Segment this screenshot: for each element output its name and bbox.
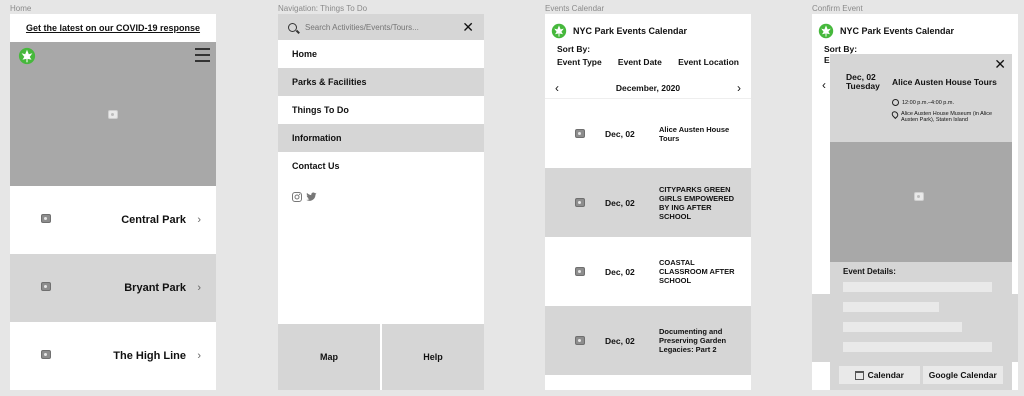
event-image bbox=[830, 142, 1012, 262]
tab-help[interactable]: Help bbox=[382, 324, 484, 390]
park-image-icon bbox=[41, 214, 51, 223]
event-row[interactable]: Dec, 02 Alice Austen House Tours bbox=[545, 99, 751, 168]
nav-item-information[interactable]: Information bbox=[278, 124, 484, 152]
event-time-text: 12:00 p.m.–4:00 p.m. bbox=[902, 99, 954, 106]
app-header: NYC Park Events Calendar bbox=[812, 14, 1018, 40]
event-image-icon bbox=[575, 336, 585, 345]
sort-event-type[interactable]: Event Type bbox=[557, 57, 602, 67]
park-name: Bryant Park bbox=[124, 282, 186, 294]
confirm-event-frame: NYC Park Events Calendar Sort By: E ‹ › … bbox=[812, 14, 1018, 390]
tab-map[interactable]: Map bbox=[278, 324, 380, 390]
nav-item-parks-facilities[interactable]: Parks & Facilities bbox=[278, 68, 484, 96]
add-calendar-button[interactable]: Calendar bbox=[839, 366, 920, 384]
covid-banner-link[interactable]: Get the latest on our COVID-19 response bbox=[10, 14, 216, 42]
chevron-left-icon[interactable]: ‹ bbox=[555, 81, 559, 95]
event-date: Dec, 02 bbox=[605, 266, 635, 277]
navigation-frame: ✕ Home Parks & Facilities Things To Do I… bbox=[278, 14, 484, 390]
event-row[interactable]: Dec, 02 Documenting and Preserving Garde… bbox=[545, 306, 751, 375]
sort-by-label: Sort By: bbox=[824, 44, 858, 54]
chevron-right-icon[interactable]: › bbox=[737, 81, 741, 95]
menu-icon[interactable] bbox=[195, 48, 210, 62]
chevron-right-icon: › bbox=[197, 350, 201, 362]
event-location: Alice Austen House Museum (in Alice Aust… bbox=[890, 109, 1004, 124]
event-date: Dec, 02 bbox=[605, 335, 635, 346]
nav-item-home[interactable]: Home bbox=[278, 40, 484, 68]
twitter-icon[interactable] bbox=[306, 192, 317, 202]
event-row[interactable]: Dec, 02 CITYPARKS GREEN GIRLS EMPOWERED … bbox=[545, 168, 751, 237]
instagram-icon[interactable] bbox=[292, 192, 302, 202]
park-image-icon bbox=[41, 350, 51, 359]
frame-label-confirm: Confirm Event bbox=[812, 4, 863, 13]
event-details-label: Event Details: bbox=[843, 267, 896, 276]
detail-text-placeholder bbox=[843, 342, 992, 352]
event-title: Documenting and Preserving Garden Legaci… bbox=[659, 327, 727, 354]
detail-text-placeholder bbox=[843, 282, 992, 292]
sort-options: Event Type Event Date Event Location bbox=[545, 54, 751, 67]
google-calendar-button[interactable]: Google Calendar bbox=[922, 366, 1003, 384]
canvas: Home Get the latest on our COVID-19 resp… bbox=[0, 0, 1024, 396]
hero-image bbox=[10, 42, 216, 186]
location-pin-icon bbox=[890, 109, 900, 120]
bottom-tabs: Map Help bbox=[278, 324, 484, 390]
nyc-parks-leaf-logo bbox=[18, 47, 36, 70]
nyc-parks-leaf-logo bbox=[551, 23, 567, 38]
frame-label-home: Home bbox=[10, 4, 32, 13]
events-calendar-frame: NYC Park Events Calendar Sort By: Event … bbox=[545, 14, 751, 390]
frame-label-calendar: Events Calendar bbox=[545, 4, 605, 13]
event-time: 12:00 p.m.–4:00 p.m. bbox=[892, 99, 954, 106]
home-frame: Get the latest on our COVID-19 response … bbox=[10, 14, 216, 390]
add-to-calendar-actions: Calendar Google Calendar bbox=[839, 366, 1003, 384]
search-bar: ✕ bbox=[278, 14, 484, 40]
park-name: The High Line bbox=[113, 350, 186, 362]
event-row[interactable]: Dec, 02 COASTAL CLASSROOM AFTER SCHOOL bbox=[545, 237, 751, 306]
month-label: December, 2020 bbox=[615, 82, 681, 93]
chevron-left-icon[interactable]: ‹ bbox=[822, 78, 826, 92]
app-header: NYC Park Events Calendar bbox=[545, 14, 751, 40]
event-title: Alice Austen House Tours bbox=[892, 77, 997, 87]
event-date-block: Dec, 02 Tuesday bbox=[846, 72, 880, 92]
frame-label-nav: Navigation: Things To Do bbox=[278, 4, 368, 13]
nav-item-things-to-do[interactable]: Things To Do bbox=[278, 96, 484, 124]
park-row-central-park[interactable]: Central Park › bbox=[10, 186, 216, 254]
close-icon[interactable]: ✕ bbox=[462, 19, 474, 36]
event-date: Dec, 02 bbox=[605, 128, 635, 139]
close-icon[interactable]: ✕ bbox=[994, 56, 1006, 73]
event-image-icon bbox=[575, 198, 585, 207]
app-title: NYC Park Events Calendar bbox=[840, 25, 955, 36]
image-placeholder-icon bbox=[108, 110, 118, 119]
event-image-icon bbox=[575, 129, 585, 138]
event-date: Dec, 02 bbox=[605, 197, 635, 208]
image-placeholder-icon bbox=[914, 192, 924, 201]
calendar-icon bbox=[854, 370, 864, 380]
sort-event-location[interactable]: Event Location bbox=[678, 57, 739, 67]
event-detail-modal: ✕ Dec, 02 Tuesday Alice Austen House Tou… bbox=[830, 54, 1012, 390]
event-title: CITYPARKS GREEN GIRLS EMPOWERED BY ING A… bbox=[659, 184, 735, 221]
search-input[interactable] bbox=[305, 22, 455, 32]
event-image-icon bbox=[575, 267, 585, 276]
event-location-text: Alice Austen House Museum (in Alice Aust… bbox=[901, 111, 993, 124]
nav-item-contact-us[interactable]: Contact Us bbox=[278, 152, 484, 180]
detail-text-placeholder bbox=[843, 322, 962, 332]
clock-icon bbox=[892, 99, 899, 106]
event-title: Alice Austen House Tours bbox=[659, 124, 730, 143]
park-row-bryant-park[interactable]: Bryant Park › bbox=[10, 254, 216, 322]
sort-by-label: Sort By: bbox=[557, 44, 591, 54]
event-title: COASTAL CLASSROOM AFTER SCHOOL bbox=[659, 258, 735, 285]
event-weekday: Tuesday bbox=[846, 81, 880, 92]
park-row-the-high-line[interactable]: The High Line › bbox=[10, 322, 216, 390]
month-navigator: ‹ December, 2020 › bbox=[545, 77, 751, 99]
sort-event-date[interactable]: Event Date bbox=[618, 57, 662, 67]
social-links bbox=[278, 180, 484, 214]
park-name: Central Park bbox=[121, 214, 186, 226]
search-icon bbox=[288, 22, 297, 32]
add-calendar-label: Calendar bbox=[867, 370, 904, 380]
chevron-right-icon: › bbox=[197, 214, 201, 226]
nyc-parks-leaf-logo bbox=[818, 23, 834, 38]
app-title: NYC Park Events Calendar bbox=[573, 25, 688, 36]
chevron-right-icon: › bbox=[197, 282, 201, 294]
detail-text-placeholder bbox=[843, 302, 939, 312]
park-image-icon bbox=[41, 282, 51, 291]
